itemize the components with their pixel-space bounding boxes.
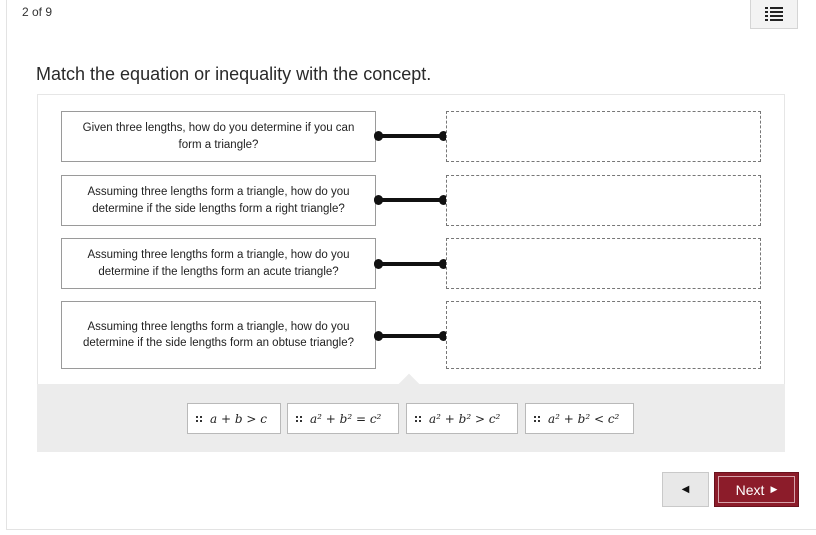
tile-label: a² + b² = c²: [310, 411, 382, 426]
tile-triangle-inequality[interactable]: a + b > c: [187, 403, 281, 434]
connector-line: [374, 259, 448, 269]
tile-acute-inequality[interactable]: a² + b² > c²: [406, 403, 518, 434]
next-button-inner: Next ▶: [718, 476, 795, 503]
drop-zone-3[interactable]: [446, 238, 761, 289]
tile-obtuse-inequality[interactable]: a² + b² < c²: [525, 403, 634, 434]
connector-line: [374, 331, 448, 341]
tile-label: a + b > c: [210, 411, 267, 426]
drop-zone-2[interactable]: [446, 175, 761, 226]
list-menu-icon: [765, 7, 783, 21]
drop-zone-4[interactable]: [446, 301, 761, 369]
tile-label: a² + b² > c²: [429, 411, 501, 426]
previous-button[interactable]: ◀: [662, 472, 709, 507]
connector-line: [374, 195, 448, 205]
prompt-acute-triangle: Assuming three lengths form a triangle, …: [61, 238, 376, 289]
triangle-right-icon: ▶: [770, 484, 778, 494]
prompt-obtuse-triangle: Assuming three lengths form a triangle, …: [61, 301, 376, 369]
drop-zone-1[interactable]: [446, 111, 761, 162]
drag-handle-icon: [534, 415, 540, 422]
drag-handle-icon: [196, 415, 202, 422]
menu-button[interactable]: [750, 0, 798, 29]
drag-handle-icon: [415, 415, 421, 422]
triangle-left-icon: ◀: [681, 484, 690, 495]
prompt-right-triangle: Assuming three lengths form a triangle, …: [61, 175, 376, 226]
tile-pythagorean-equality[interactable]: a² + b² = c²: [287, 403, 399, 434]
connector-line: [374, 131, 448, 141]
tile-label: a² + b² < c²: [548, 411, 620, 426]
progress-indicator: 2 of 9: [22, 5, 53, 19]
next-button-label: Next: [735, 481, 765, 498]
next-button[interactable]: Next ▶: [714, 472, 799, 507]
drag-handle-icon: [296, 415, 302, 422]
question-title: Match the equation or inequality with th…: [36, 64, 432, 84]
prompt-triangle-existence: Given three lengths, how do you determin…: [61, 111, 376, 162]
